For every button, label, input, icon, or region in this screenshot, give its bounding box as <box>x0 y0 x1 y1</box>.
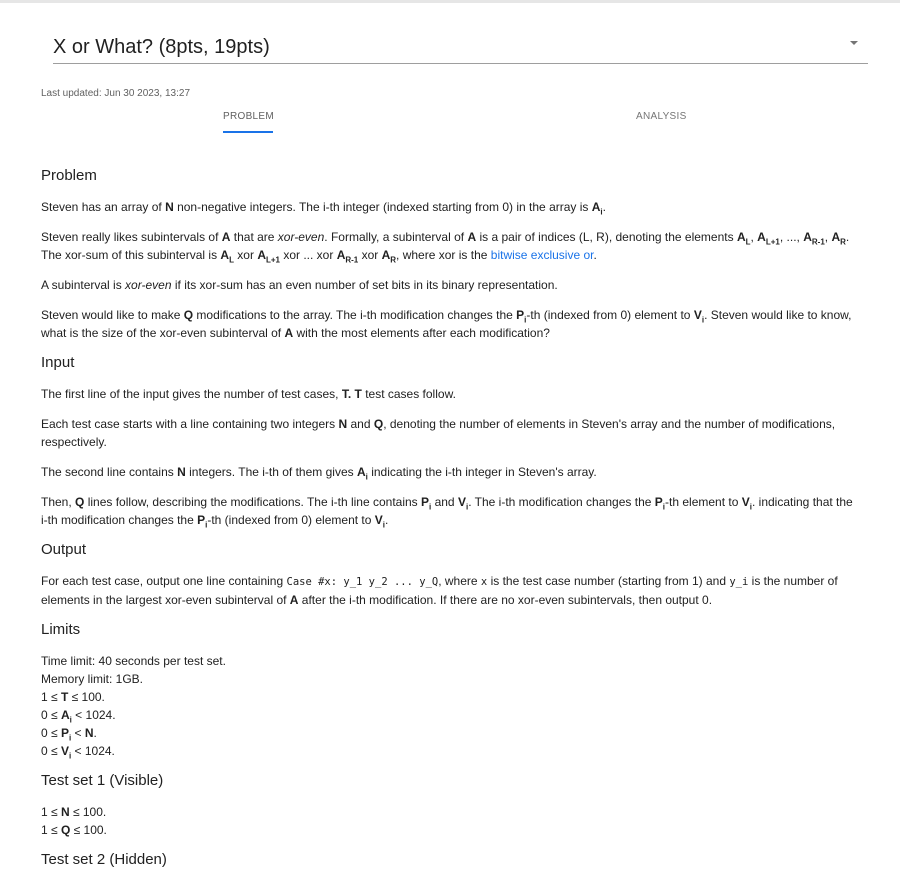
input-paragraph-4: Then, Q lines follow, describing the mod… <box>41 495 853 530</box>
problem-paragraph-3: A subinterval is xor-even if its xor-sum… <box>41 278 558 292</box>
problem-selector[interactable]: X or What? (8pts, 19pts) <box>53 33 868 64</box>
problem-page: X or What? (8pts, 19pts) Last updated: J… <box>0 33 900 869</box>
section-heading-output: Output <box>41 541 87 558</box>
section-heading-input: Input <box>41 354 75 371</box>
section-heading-problem: Problem <box>41 167 97 184</box>
section-heading-test-set-2: Test set 2 (Hidden) <box>41 851 167 868</box>
problem-title: X or What? (8pts, 19pts) <box>53 36 270 58</box>
active-tab-indicator <box>223 131 273 133</box>
top-shadow <box>0 0 900 3</box>
tab-bar: PROBLEM ANALYSIS <box>41 111 868 151</box>
dropdown-caret-icon[interactable] <box>850 41 858 45</box>
last-updated: Last updated: Jun 30 2023, 13:27 <box>41 88 191 99</box>
test-set-1-constraints: 1 ≤ N ≤ 100. 1 ≤ Q ≤ 100. <box>41 805 107 837</box>
problem-paragraph-4: Steven would like to make Q modification… <box>41 308 852 340</box>
section-heading-test-set-1: Test set 1 (Visible) <box>41 772 164 789</box>
time-limit: Time limit: 40 seconds per test set. <box>41 654 226 668</box>
bitwise-xor-link[interactable]: bitwise exclusive or <box>491 248 594 262</box>
memory-limit: Memory limit: 1GB. <box>41 672 144 686</box>
input-paragraph-3: The second line contains N integers. The… <box>41 465 597 482</box>
problem-statement: Problem Steven has an array of N non-neg… <box>41 167 871 869</box>
limits-list: Time limit: 40 seconds per test set. Memo… <box>41 654 226 761</box>
section-heading-limits: Limits <box>41 621 81 638</box>
tab-analysis[interactable]: ANALYSIS <box>636 111 687 122</box>
problem-paragraph-1: Steven has an array of N non-negative in… <box>41 200 606 217</box>
output-paragraph-1: For each test case, output one line cont… <box>41 574 838 607</box>
problem-paragraph-2: Steven really likes subintervals of A th… <box>41 230 850 265</box>
input-paragraph-1: The first line of the input gives the nu… <box>41 387 456 401</box>
input-paragraph-2: Each test case starts with a line contai… <box>41 417 836 449</box>
tab-problem[interactable]: PROBLEM <box>223 111 274 122</box>
